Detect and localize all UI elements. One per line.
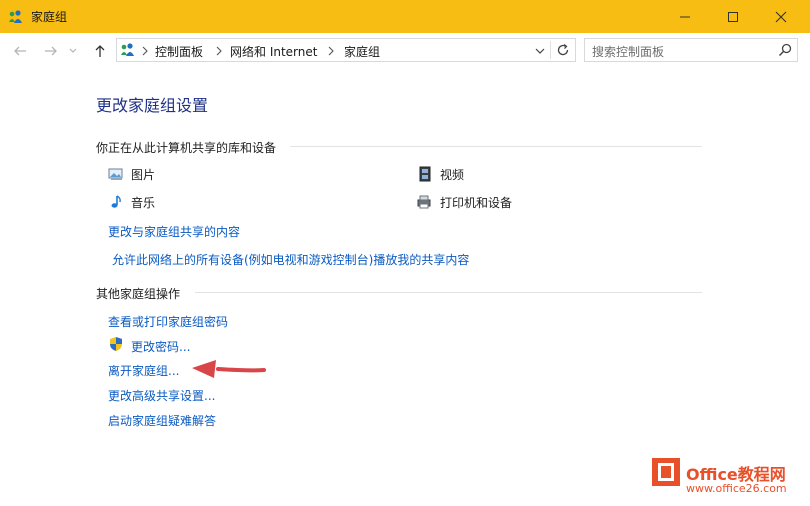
watermark-url: www.office26.com <box>686 482 787 495</box>
allow-media-streaming-link[interactable]: 允许此网络上的所有设备(例如电视和游戏控制台)播放我的共享内容 <box>112 251 469 268</box>
office-logo-icon <box>652 458 680 486</box>
change-shared-content-link[interactable]: 更改与家庭组共享的内容 <box>108 223 240 240</box>
view-print-password-link[interactable]: 查看或打印家庭组密码 <box>108 313 228 330</box>
shared-section-heading: 你正在从此计算机共享的库和设备 <box>96 141 277 155</box>
minimize-icon <box>680 16 690 17</box>
chevron-right-icon <box>328 46 334 56</box>
videos-icon <box>419 166 431 182</box>
shared-item-pictures: 图片 <box>131 168 156 182</box>
maximize-button[interactable] <box>710 0 756 33</box>
pictures-icon <box>108 168 123 180</box>
page-title: 更改家庭组设置 <box>96 96 209 115</box>
change-password-link[interactable]: 更改密码... <box>131 338 190 355</box>
forward-button[interactable] <box>40 40 62 62</box>
red-arrow-annotation <box>192 360 266 378</box>
homegroup-icon <box>121 43 134 56</box>
recent-locations-button[interactable] <box>66 40 80 62</box>
chevron-right-icon <box>142 46 148 56</box>
other-actions-heading: 其他家庭组操作 <box>96 287 181 301</box>
maximize-icon <box>728 11 738 22</box>
chevron-down-icon <box>69 48 77 53</box>
shared-item-videos: 视频 <box>440 168 465 182</box>
section-divider <box>290 146 702 147</box>
homegroup-troubleshooter-link[interactable]: 启动家庭组疑难解答 <box>108 412 216 429</box>
printer-icon <box>417 195 431 209</box>
close-button[interactable] <box>758 0 804 33</box>
shared-item-printers: 打印机和设备 <box>440 196 513 210</box>
address-bar[interactable]: 控制面板 网络和 Internet 家庭组 <box>116 38 576 62</box>
leave-homegroup-link[interactable]: 离开家庭组... <box>108 362 179 379</box>
homegroup-icon <box>9 10 22 23</box>
up-arrow-icon <box>95 45 105 57</box>
advanced-sharing-link[interactable]: 更改高级共享设置... <box>108 387 215 404</box>
music-icon <box>111 195 121 208</box>
back-arrow-icon <box>14 46 26 56</box>
section-divider <box>195 292 702 293</box>
shared-item-music: 音乐 <box>131 196 156 210</box>
breadcrumb-control-panel[interactable]: 控制面板 <box>155 43 203 60</box>
window-title: 家庭组 <box>31 10 68 24</box>
shield-icon <box>110 337 122 351</box>
back-button[interactable] <box>9 40 31 62</box>
close-icon <box>775 11 787 22</box>
search-box[interactable]: 搜索控制面板 <box>584 38 798 62</box>
search-icon[interactable] <box>778 43 792 57</box>
chevron-right-icon <box>216 46 222 56</box>
refresh-icon[interactable] <box>555 42 571 58</box>
divider <box>550 41 551 59</box>
minimize-button[interactable] <box>662 0 708 33</box>
breadcrumb-network-internet[interactable]: 网络和 Internet <box>230 43 317 60</box>
address-dropdown-icon[interactable] <box>535 46 545 56</box>
forward-arrow-icon <box>45 46 57 56</box>
search-input[interactable]: 搜索控制面板 <box>592 43 664 60</box>
up-button[interactable] <box>89 40 111 62</box>
breadcrumb-homegroup[interactable]: 家庭组 <box>344 43 380 60</box>
